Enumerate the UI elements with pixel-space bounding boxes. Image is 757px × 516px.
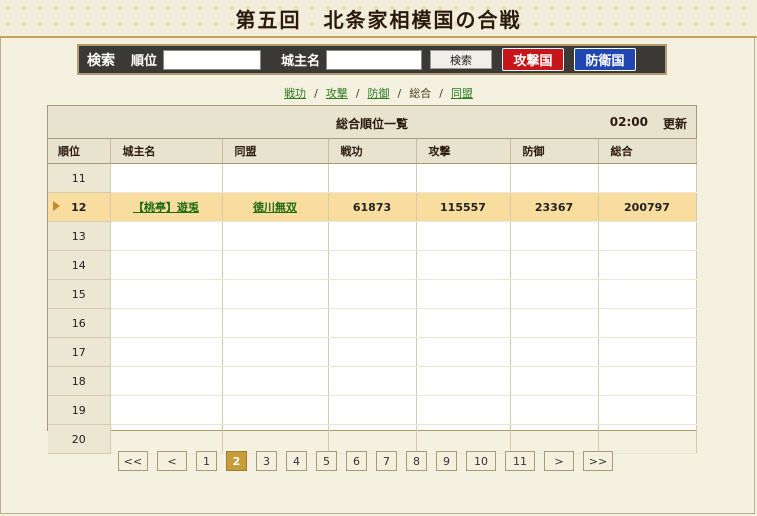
owner-cell: 【桃亭】遊兎 xyxy=(110,192,223,222)
column-header-merit: 戦功 xyxy=(328,139,417,164)
page-button-9[interactable]: 9 xyxy=(436,451,457,471)
rank-cell: 15 xyxy=(48,279,111,309)
owner-cell xyxy=(110,163,223,193)
defend-country-button[interactable]: 防衛国 xyxy=(574,48,637,71)
ranking-table: 順位 城主名 同盟 戦功 攻撃 防御 総合 11 12 【桃亭】遊兎 徳川無双 … xyxy=(48,139,697,454)
update-link[interactable]: 更新 xyxy=(663,115,687,132)
search-button[interactable]: 検索 xyxy=(430,50,493,69)
rank-cell: 12 xyxy=(48,192,111,222)
page-header: 第五回 北条家相模国の合戦 xyxy=(0,0,757,38)
tab-merit[interactable]: 戦功 xyxy=(284,87,306,100)
rank-cell: 20 xyxy=(48,424,111,454)
table-row: 11 xyxy=(48,163,697,193)
ranking-caption: 総合順位一覧 xyxy=(335,117,408,131)
table-row: 19 xyxy=(48,395,697,425)
rank-label: 順位 xyxy=(131,54,158,69)
ranking-caption-bar: 総合順位一覧 02:00 更新 xyxy=(48,106,696,139)
page-button-1[interactable]: 1 xyxy=(196,451,217,471)
prev-page-button[interactable]: < xyxy=(157,451,187,471)
page-button-8[interactable]: 8 xyxy=(406,451,427,471)
column-header-defense: 防御 xyxy=(510,139,599,164)
update-time: 02:00 xyxy=(609,115,648,129)
merit-cell xyxy=(328,163,417,193)
defense-cell: 23367 xyxy=(510,192,599,222)
page-button-2-current[interactable]: 2 xyxy=(226,451,247,471)
search-bar: 検索 順位 城主名 検索 攻撃国 防衛国 xyxy=(77,44,667,75)
rank-cell: 11 xyxy=(48,163,111,193)
column-header-alliance: 同盟 xyxy=(222,139,329,164)
tab-total: 総合 xyxy=(409,87,432,100)
pagination: << < 1 2 3 4 5 6 7 8 9 10 11 > >> xyxy=(118,451,613,471)
table-row: 15 xyxy=(48,279,697,309)
last-page-button[interactable]: >> xyxy=(583,451,613,471)
total-cell xyxy=(598,163,697,193)
rank-cell: 18 xyxy=(48,366,111,396)
tab-separator: / xyxy=(439,87,443,100)
first-page-button[interactable]: << xyxy=(118,451,148,471)
attack-cell xyxy=(416,163,511,193)
ranking-table-panel: 総合順位一覧 02:00 更新 順位 城主名 同盟 戦功 攻撃 防御 総合 11 xyxy=(47,105,697,454)
tab-attack[interactable]: 攻撃 xyxy=(326,87,348,100)
page-button-6[interactable]: 6 xyxy=(346,451,367,471)
ranking-tabs: 戦功 / 攻撃 / 防御 / 総合 / 同盟 xyxy=(0,85,757,101)
page-button-11[interactable]: 11 xyxy=(505,451,535,471)
owner-label: 城主名 xyxy=(281,54,321,69)
alliance-cell: 徳川無双 xyxy=(222,192,329,222)
alliance-link[interactable]: 徳川無双 xyxy=(253,201,297,214)
column-header-total: 総合 xyxy=(598,139,697,164)
rank-cell: 14 xyxy=(48,250,111,280)
search-label: 検索 xyxy=(87,52,115,69)
page-button-7[interactable]: 7 xyxy=(376,451,397,471)
current-row-arrow-icon xyxy=(53,201,60,211)
page-button-3[interactable]: 3 xyxy=(256,451,277,471)
alliance-cell xyxy=(222,163,329,193)
merit-cell: 61873 xyxy=(328,192,417,222)
column-header-owner: 城主名 xyxy=(110,139,223,164)
attack-country-button[interactable]: 攻撃国 xyxy=(502,48,565,71)
page-button-5[interactable]: 5 xyxy=(316,451,337,471)
table-row: 14 xyxy=(48,250,697,280)
table-row: 20 xyxy=(48,424,697,454)
tab-separator: / xyxy=(355,87,360,100)
tab-separator: / xyxy=(397,87,402,100)
table-row: 16 xyxy=(48,308,697,338)
next-page-button[interactable]: > xyxy=(544,451,574,471)
table-row: 17 xyxy=(48,337,697,367)
page-title: 第五回 北条家相模国の合戦 xyxy=(235,8,522,32)
owner-link[interactable]: 【桃亭】遊兎 xyxy=(133,201,199,214)
defense-cell xyxy=(510,163,599,193)
tab-defense[interactable]: 防御 xyxy=(368,87,390,100)
rank-cell: 19 xyxy=(48,395,111,425)
rank-input[interactable] xyxy=(163,49,262,70)
owner-name-input[interactable] xyxy=(326,49,423,70)
total-cell: 200797 xyxy=(598,192,697,222)
rank-cell: 13 xyxy=(48,221,111,251)
page-button-4[interactable]: 4 xyxy=(286,451,307,471)
table-header-row: 順位 城主名 同盟 戦功 攻撃 防御 総合 xyxy=(48,139,697,164)
table-row: 18 xyxy=(48,366,697,396)
page-button-10[interactable]: 10 xyxy=(466,451,496,471)
table-row: 13 xyxy=(48,221,697,251)
rank-value: 12 xyxy=(71,200,87,214)
column-header-attack: 攻撃 xyxy=(416,139,511,164)
tab-alliance[interactable]: 同盟 xyxy=(451,87,473,100)
column-header-rank: 順位 xyxy=(48,139,111,164)
rank-cell: 17 xyxy=(48,337,111,367)
rank-cell: 16 xyxy=(48,308,111,338)
table-row-highlighted: 12 【桃亭】遊兎 徳川無双 61873 115557 23367 200797 xyxy=(48,192,697,222)
attack-cell: 115557 xyxy=(416,192,511,222)
tab-separator: / xyxy=(314,87,318,100)
